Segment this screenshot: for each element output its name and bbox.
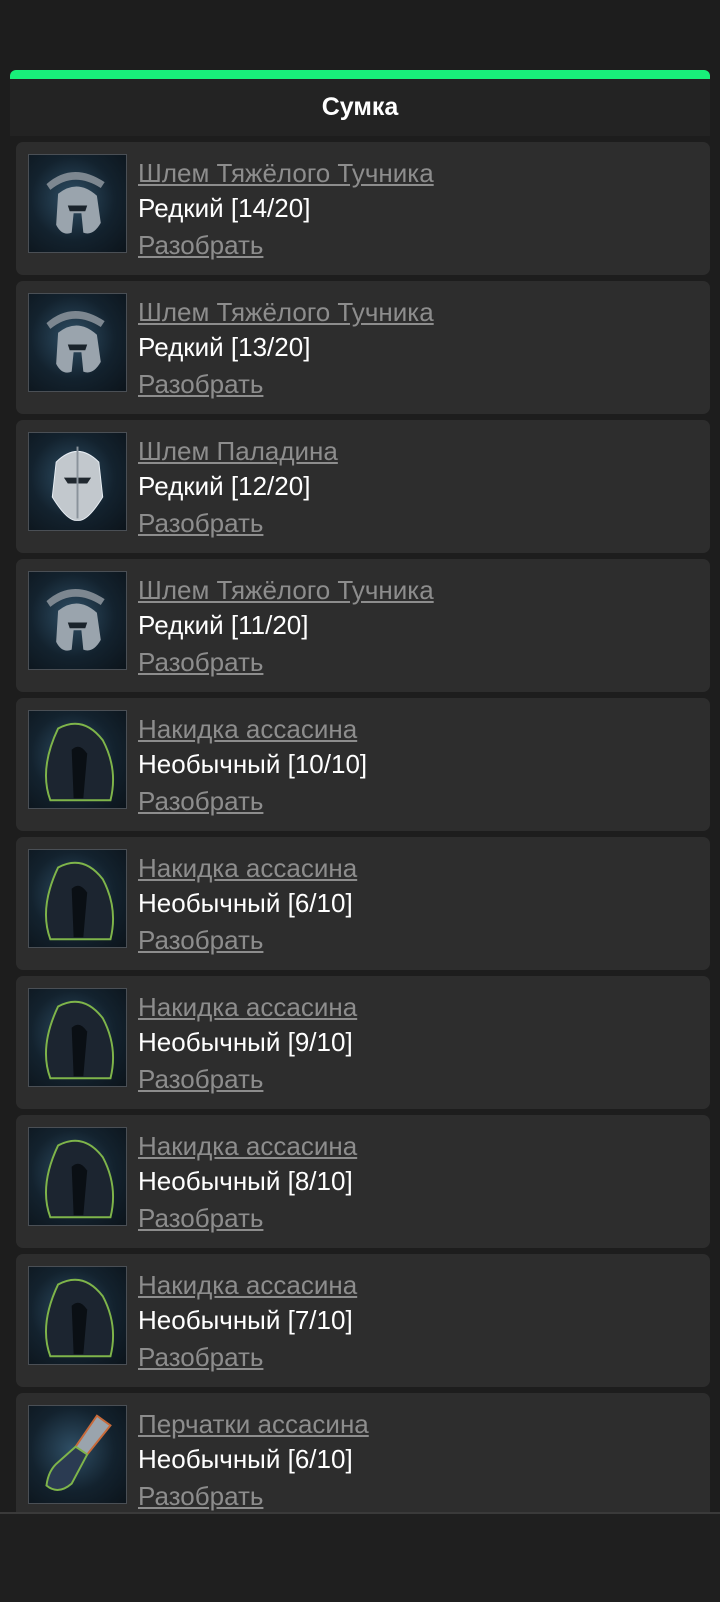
spartan-helmet-icon[interactable]: [28, 293, 127, 392]
inventory-item: Накидка ассасина Необычный [10/10] Разоб…: [16, 698, 710, 831]
item-name-link[interactable]: Накидка ассасина: [138, 992, 357, 1023]
disassemble-link[interactable]: Разобрать: [138, 786, 263, 817]
inventory-list: Шлем Тяжёлого Тучника Редкий [14/20] Раз…: [16, 142, 710, 1532]
item-rarity: Необычный [8/10]: [138, 1166, 353, 1196]
bag-header: Сумка: [10, 70, 710, 136]
inventory-item: Накидка ассасина Необычный [9/10] Разобр…: [16, 976, 710, 1109]
glove-icon[interactable]: [28, 1405, 127, 1504]
disassemble-link[interactable]: Разобрать: [138, 1342, 263, 1373]
disassemble-link[interactable]: Разобрать: [138, 1064, 263, 1095]
item-name-link[interactable]: Накидка ассасина: [138, 853, 357, 884]
item-rarity: Редкий [13/20]: [138, 332, 311, 362]
item-name-link[interactable]: Перчатки ассасина: [138, 1409, 369, 1440]
disassemble-link[interactable]: Разобрать: [138, 925, 263, 956]
item-name-link[interactable]: Шлем Тяжёлого Тучника: [138, 158, 434, 189]
bottom-bar: [0, 1512, 720, 1602]
hood-icon[interactable]: [28, 710, 127, 809]
disassemble-link[interactable]: Разобрать: [138, 369, 263, 400]
inventory-item: Накидка ассасина Необычный [6/10] Разобр…: [16, 837, 710, 970]
item-name-link[interactable]: Шлем Тяжёлого Тучника: [138, 575, 434, 606]
hood-icon[interactable]: [28, 1127, 127, 1226]
inventory-item: Шлем Тяжёлого Тучника Редкий [13/20] Раз…: [16, 281, 710, 414]
spartan-helmet-icon[interactable]: [28, 154, 127, 253]
inventory-item: Перчатки ассасина Необычный [6/10] Разоб…: [16, 1393, 710, 1526]
disassemble-link[interactable]: Разобрать: [138, 647, 263, 678]
item-name-link[interactable]: Шлем Паладина: [138, 436, 338, 467]
hood-icon[interactable]: [28, 849, 127, 948]
inventory-item: Шлем Паладина Редкий [12/20] Разобрать: [16, 420, 710, 553]
hood-icon[interactable]: [28, 1266, 127, 1365]
item-name-link[interactable]: Накидка ассасина: [138, 1270, 357, 1301]
inventory-item: Накидка ассасина Необычный [7/10] Разобр…: [16, 1254, 710, 1387]
item-rarity: Редкий [12/20]: [138, 471, 311, 501]
item-rarity: Необычный [6/10]: [138, 888, 353, 918]
inventory-item: Накидка ассасина Необычный [8/10] Разобр…: [16, 1115, 710, 1248]
hood-icon[interactable]: [28, 988, 127, 1087]
disassemble-link[interactable]: Разобрать: [138, 1203, 263, 1234]
inventory-item: Шлем Тяжёлого Тучника Редкий [14/20] Раз…: [16, 142, 710, 275]
item-rarity: Редкий [14/20]: [138, 193, 311, 223]
item-rarity: Необычный [10/10]: [138, 749, 368, 779]
item-rarity: Необычный [7/10]: [138, 1305, 353, 1335]
disassemble-link[interactable]: Разобрать: [138, 508, 263, 539]
paladin-helmet-icon[interactable]: [28, 432, 127, 531]
item-rarity: Необычный [9/10]: [138, 1027, 353, 1057]
item-name-link[interactable]: Накидка ассасина: [138, 714, 357, 745]
item-name-link[interactable]: Накидка ассасина: [138, 1131, 357, 1162]
item-rarity: Необычный [6/10]: [138, 1444, 353, 1474]
item-name-link[interactable]: Шлем Тяжёлого Тучника: [138, 297, 434, 328]
disassemble-link[interactable]: Разобрать: [138, 230, 263, 261]
item-rarity: Редкий [11/20]: [138, 610, 309, 640]
inventory-item: Шлем Тяжёлого Тучника Редкий [11/20] Раз…: [16, 559, 710, 692]
disassemble-link[interactable]: Разобрать: [138, 1481, 263, 1512]
page-title: Сумка: [321, 93, 399, 121]
spartan-helmet-icon[interactable]: [28, 571, 127, 670]
